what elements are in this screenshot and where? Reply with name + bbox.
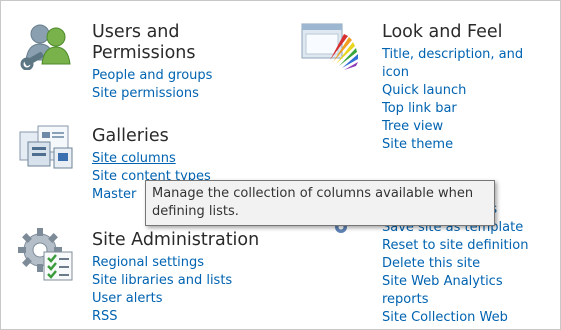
link-site-theme[interactable]: Site theme xyxy=(382,136,552,154)
site-administration-icon xyxy=(16,226,78,288)
site-columns-tooltip: Manage the collection of columns availab… xyxy=(145,180,495,226)
link-site-collection-web[interactable]: Site Collection Web xyxy=(382,309,542,327)
users-permissions-title-2: Permissions xyxy=(92,43,196,63)
galleries-title: Galleries xyxy=(92,126,169,146)
galleries-icon xyxy=(18,124,76,176)
link-quick-launch[interactable]: Quick launch xyxy=(382,82,552,100)
look-and-feel-title: Look and Feel xyxy=(382,22,503,42)
look-and-feel-icon xyxy=(300,20,362,76)
link-rss[interactable]: RSS xyxy=(92,308,259,326)
link-site-web-analytics-reports[interactable]: Site Web Analytics reports xyxy=(382,273,542,309)
link-user-alerts[interactable]: User alerts xyxy=(92,290,259,308)
look-and-feel-section: Look and Feel Title, description, and ic… xyxy=(382,22,552,154)
link-site-libraries-and-lists[interactable]: Site libraries and lists xyxy=(92,272,259,290)
link-reset-to-site-definition[interactable]: Reset to site definition xyxy=(382,237,542,255)
site-administration-title: Site Administration xyxy=(92,230,260,250)
link-regional-settings[interactable]: Regional settings xyxy=(92,254,259,272)
users-permissions-icon xyxy=(18,20,76,74)
users-permissions-title-1: Users and xyxy=(92,22,180,42)
site-administration-section: Site Administration Regional settings Si… xyxy=(92,230,259,326)
link-site-permissions[interactable]: Site permissions xyxy=(92,85,212,103)
link-delete-this-site[interactable]: Delete this site xyxy=(382,255,542,273)
link-top-link-bar[interactable]: Top link bar xyxy=(382,100,552,118)
link-tree-view[interactable]: Tree view xyxy=(382,118,552,136)
link-people-and-groups[interactable]: People and groups xyxy=(92,67,212,85)
link-title-description-icon[interactable]: Title, description, and icon xyxy=(382,46,552,82)
users-permissions-section: Users and Permissions People and groups … xyxy=(92,22,212,103)
link-site-columns[interactable]: Site columns xyxy=(92,150,211,168)
